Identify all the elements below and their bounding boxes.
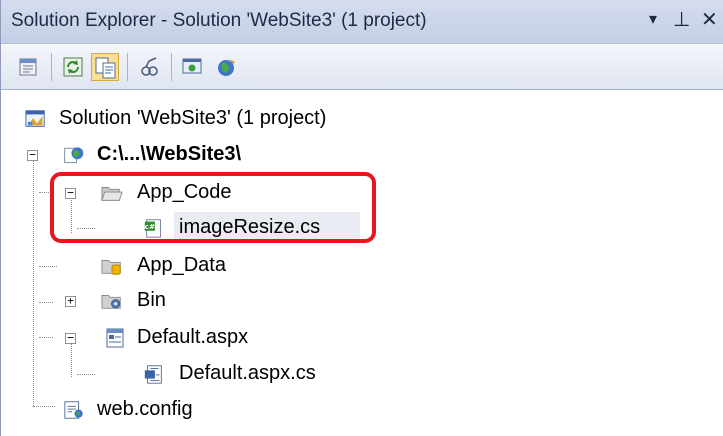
app-data-label: App_Data [137, 254, 226, 276]
toolbar-separator [51, 53, 52, 81]
expand-icon[interactable]: + [65, 295, 76, 307]
close-icon[interactable]: ✕ [701, 8, 718, 32]
tree-item-image-resize[interactable]: c# imageResize.cs [1, 210, 723, 244]
web-configuration-icon [182, 58, 202, 74]
refresh-icon [63, 57, 83, 77]
properties-button[interactable] [15, 53, 43, 81]
bin-label: Bin [137, 289, 166, 311]
tree-item-solution[interactable]: Solution 'WebSite3' (1 project) [1, 101, 723, 135]
csharp-file-icon: c# [145, 219, 161, 238]
collapse-icon[interactable]: − [65, 187, 76, 199]
window-position-dropdown-icon[interactable]: ▾ [649, 8, 657, 32]
web-configuration-button[interactable] [179, 53, 207, 81]
toolbar-separator [127, 53, 128, 81]
app-code-label: App_Code [137, 181, 232, 203]
website-project-icon [64, 147, 84, 164]
window-title: Solution Explorer - Solution 'WebSite3' … [11, 10, 427, 31]
default-aspx-label: Default.aspx [137, 326, 249, 348]
tree-item-bin[interactable]: + Bin [1, 283, 723, 317]
view-designer-button[interactable] [135, 53, 163, 81]
properties-icon [19, 58, 37, 76]
svg-text:c#: c# [145, 222, 155, 231]
web-config-label: web.config [97, 398, 193, 420]
copy-website-icon [218, 59, 235, 76]
config-file-icon [64, 401, 83, 419]
open-folder-icon [101, 187, 123, 201]
toolbar [1, 44, 723, 90]
solution-explorer-window: Solution Explorer - Solution 'WebSite3' … [0, 0, 723, 436]
solution-icon [25, 110, 45, 127]
auto-hide-pin-icon[interactable]: ⊥ [673, 8, 690, 32]
tree-item-app-data[interactable]: App_Data [1, 248, 723, 282]
title-bar[interactable]: Solution Explorer - Solution 'WebSite3' … [1, 0, 723, 44]
image-resize-label: imageResize.cs [179, 216, 321, 238]
nest-related-files-button[interactable] [91, 53, 119, 81]
nest-related-files-icon [95, 57, 116, 79]
toolbar-separator [171, 53, 172, 81]
project-label: C:\...\WebSite3\ [97, 143, 242, 165]
tree-item-project[interactable]: − C:\...\WebSite3\ [1, 137, 723, 171]
copy-website-button[interactable] [213, 53, 241, 81]
data-folder-icon [101, 260, 121, 275]
tree-item-default-aspx[interactable]: − Default.aspx [1, 320, 723, 354]
tree-item-default-aspx-cs[interactable]: Default.aspx.cs [1, 356, 723, 390]
code-behind-file-icon [144, 365, 162, 384]
collapse-icon[interactable]: − [65, 332, 76, 344]
solution-tree: Solution 'WebSite3' (1 project) − C:\...… [1, 90, 723, 436]
tree-item-app-code[interactable]: − App_Code [1, 175, 723, 209]
solution-label: Solution 'WebSite3' (1 project) [59, 107, 327, 129]
tree-item-web-config[interactable]: web.config [1, 392, 723, 426]
collapse-icon[interactable]: − [27, 149, 38, 161]
default-aspx-cs-label: Default.aspx.cs [179, 362, 316, 384]
view-designer-icon [141, 57, 158, 76]
aspx-file-icon [106, 328, 124, 348]
bin-folder-icon [101, 295, 121, 309]
refresh-button[interactable] [59, 53, 87, 81]
